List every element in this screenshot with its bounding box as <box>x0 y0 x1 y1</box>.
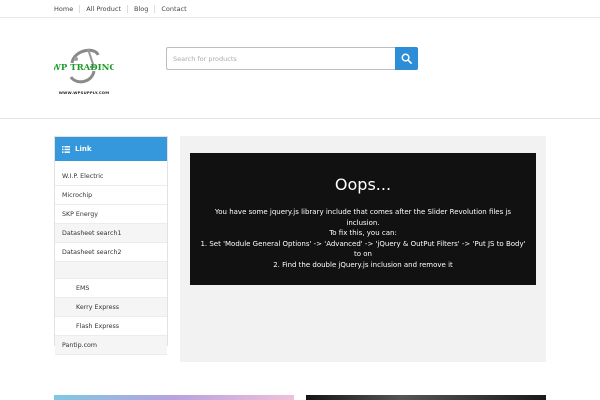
sidebar-item-pantip[interactable]: Pantip.com <box>55 336 167 355</box>
nav-contact-link[interactable]: Contact <box>154 5 192 13</box>
search-input[interactable] <box>166 47 395 70</box>
error-line: To fix this, you can: <box>329 229 397 237</box>
sidebar-divider <box>55 262 167 279</box>
svg-text:WP TRADING: WP TRADING <box>54 63 114 73</box>
search-button[interactable] <box>395 47 418 70</box>
sidebar-item-wip-electric[interactable]: W.I.P. Electric <box>55 167 167 186</box>
logo-tagline: WWW.WPSUPPLY.COM <box>58 90 110 95</box>
search-bar <box>166 47 418 70</box>
error-title: Oops... <box>334 175 392 194</box>
nav-blog-link[interactable]: Blog <box>127 5 154 13</box>
slider-error-box: Oops... You have some jquery.js library … <box>190 153 536 285</box>
error-line: 1. Set 'Module General Options' -> 'Adva… <box>200 239 526 259</box>
site-header: WP TRADING WWW.WPSUPPLY.COM <box>0 19 600 119</box>
sidebar-item-flash-express[interactable]: Flash Express <box>55 317 167 336</box>
list-icon <box>62 145 70 153</box>
link-sidebar: Link W.I.P. Electric Microchip SKP Energ… <box>54 136 168 355</box>
top-nav: Home All Product Blog Contact <box>48 0 193 18</box>
nav-all-product-link[interactable]: All Product <box>79 5 127 13</box>
slider-area: Oops... You have some jquery.js library … <box>180 136 546 362</box>
sidebar-heading-label: Link <box>75 145 92 153</box>
sidebar-heading: Link <box>55 137 167 161</box>
error-message: You have some jquery.js library include … <box>190 207 536 270</box>
sidebar-item-microchip[interactable]: Microchip <box>55 186 167 205</box>
top-bar: Home All Product Blog Contact <box>0 0 600 18</box>
sidebar-item-skp-energy[interactable]: SKP Energy <box>55 205 167 224</box>
promo-banner-right[interactable] <box>306 395 546 400</box>
search-icon <box>401 53 412 64</box>
sidebar-item-ems[interactable]: EMS <box>55 279 167 298</box>
logo-graphic: WP TRADING <box>50 48 117 84</box>
promo-banner-left[interactable] <box>54 395 294 400</box>
sidebar-item-datasheet-search1[interactable]: Datasheet search1 <box>55 224 167 243</box>
site-logo[interactable]: WP TRADING WWW.WPSUPPLY.COM <box>50 41 117 99</box>
error-line: You have some jquery.js library include … <box>214 208 512 227</box>
nav-home-link[interactable]: Home <box>48 5 79 13</box>
sidebar-item-kerry-express[interactable]: Kerry Express <box>55 298 167 317</box>
sidebar-item-datasheet-search2[interactable]: Datasheet search2 <box>55 243 167 262</box>
error-line: 2. Find the double jQuery.js inclusion a… <box>273 260 453 269</box>
